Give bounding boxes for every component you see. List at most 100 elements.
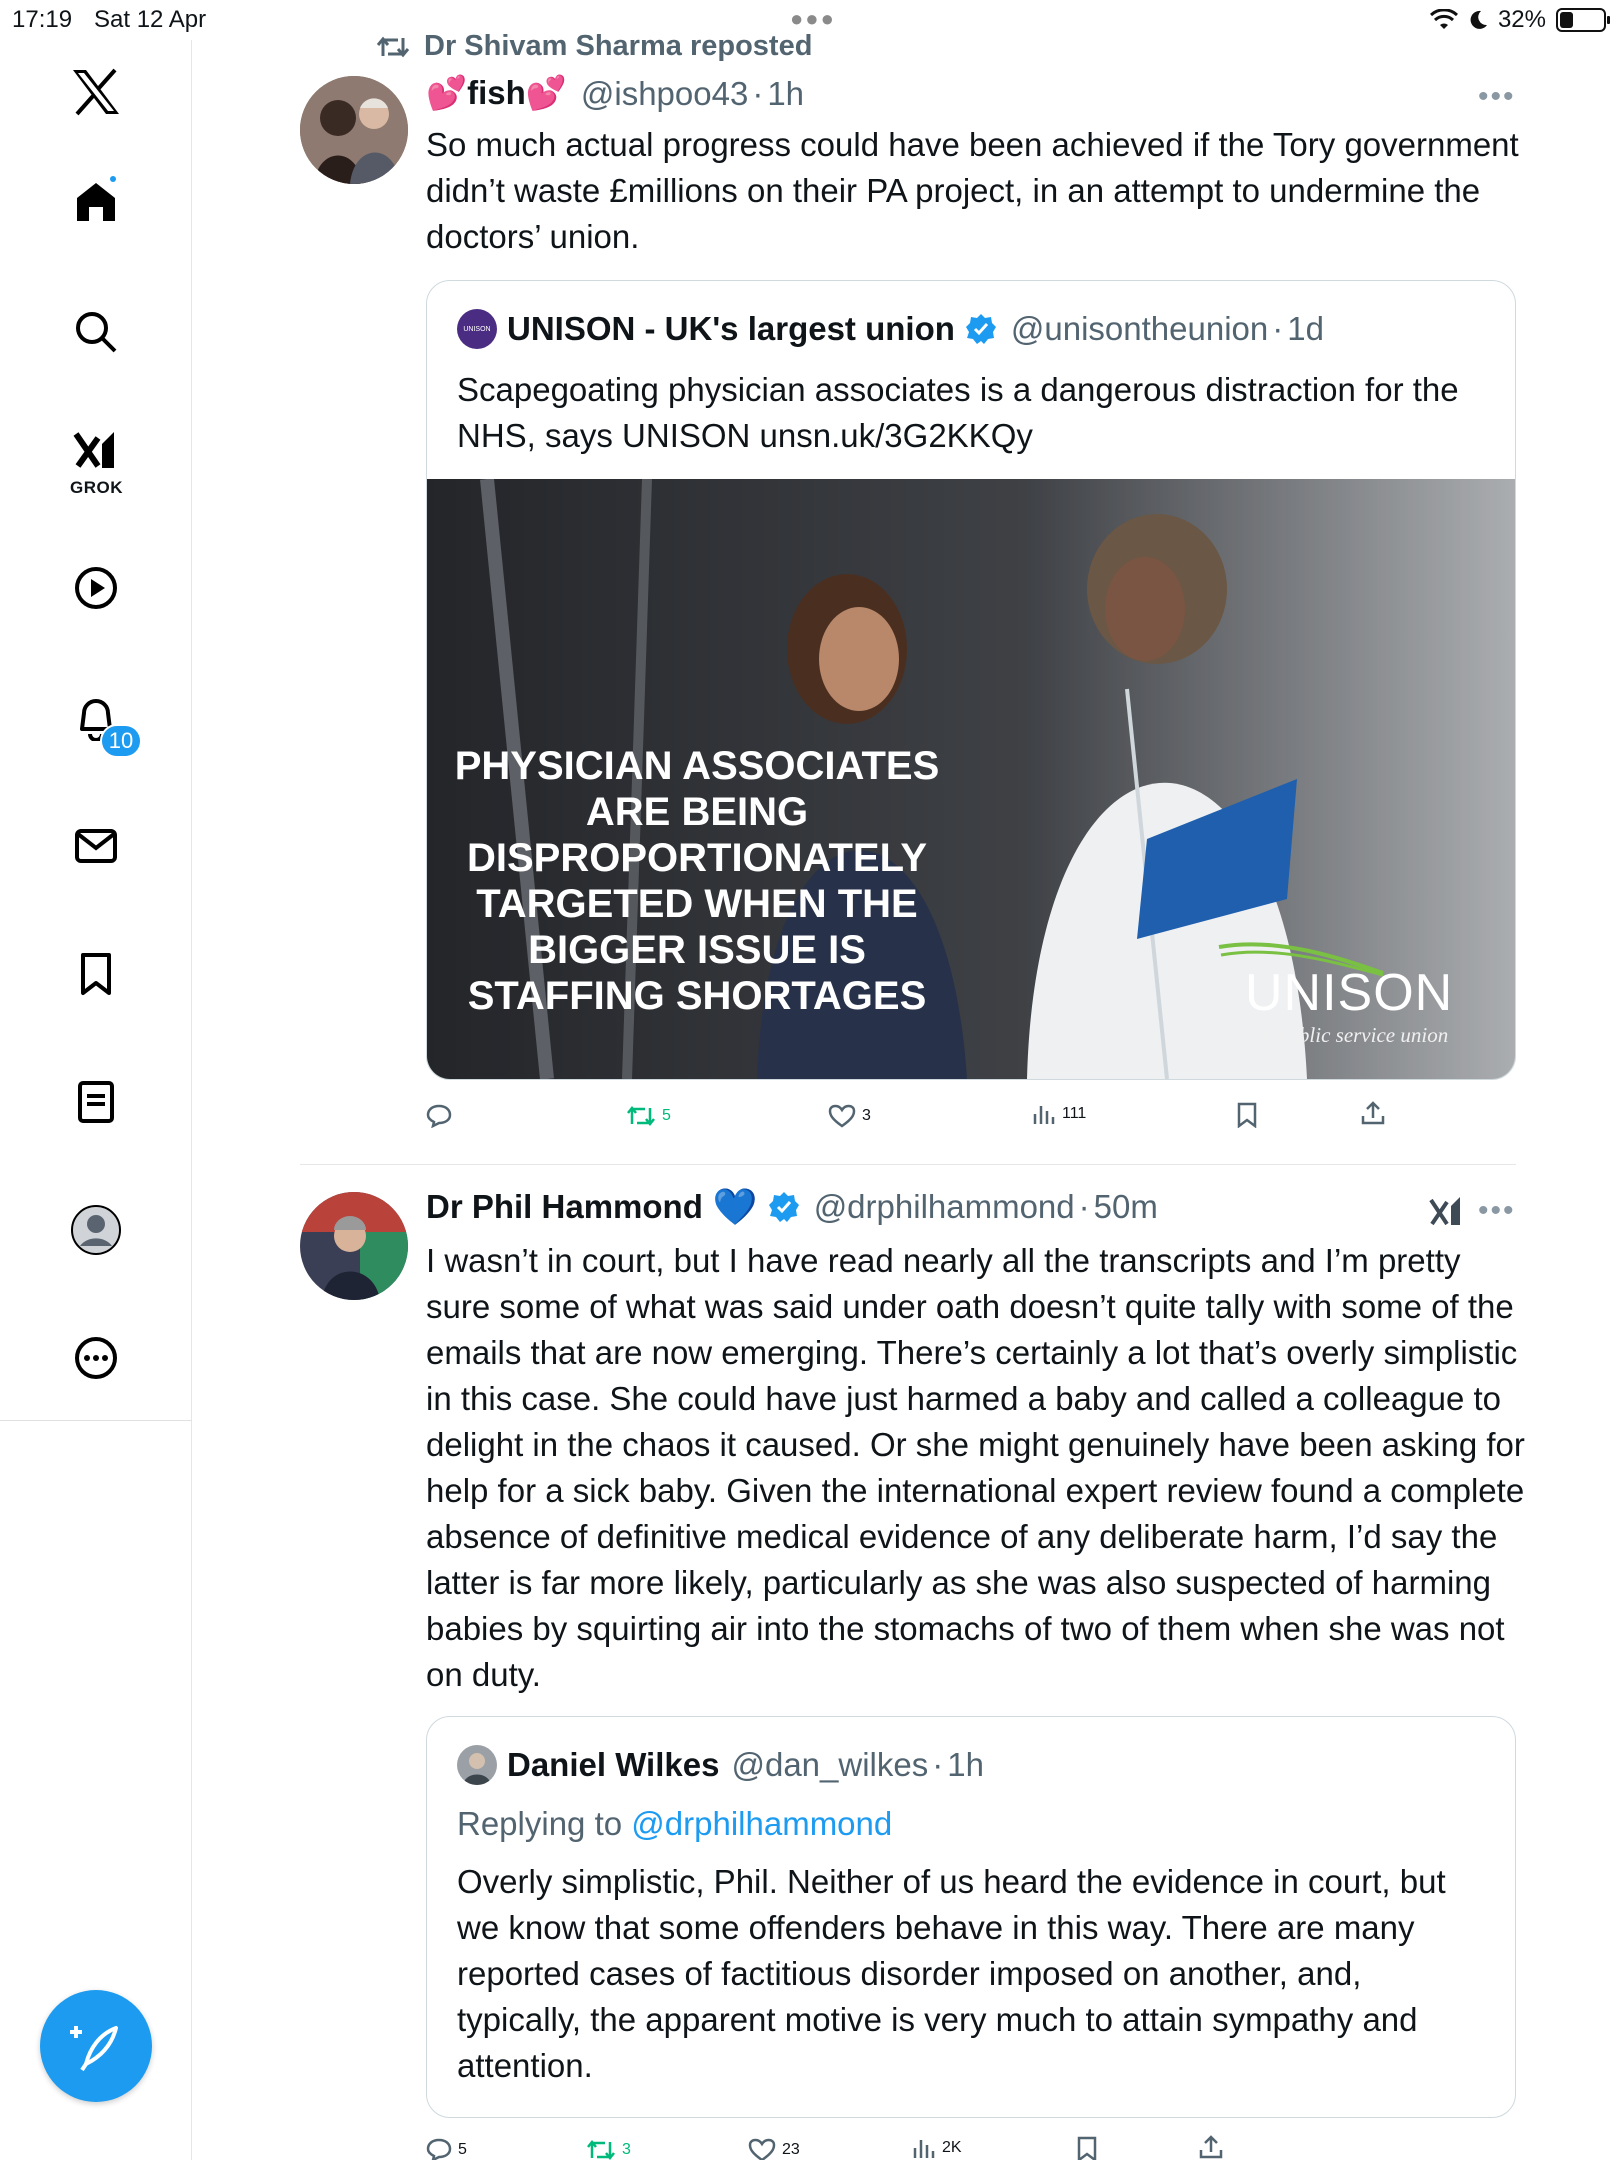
image-headline: PHYSICIAN ASSOCIATES ARE BEING DISPROPOR… bbox=[454, 744, 940, 1018]
avatar[interactable] bbox=[300, 1192, 408, 1300]
quote-author-name: Daniel Wilkes bbox=[507, 1746, 720, 1783]
sidebar: GROK 10 bbox=[0, 40, 192, 2160]
quote-time: 1d bbox=[1287, 310, 1324, 347]
notifications-badge: 10 bbox=[100, 724, 142, 758]
repost-icon bbox=[587, 2139, 615, 2160]
author-handle[interactable]: @drphilhammond bbox=[814, 1188, 1075, 1226]
video-icon[interactable] bbox=[66, 558, 126, 618]
image-tagline: the public service union bbox=[1247, 1023, 1449, 1047]
replying-prefix: Replying to bbox=[457, 1805, 623, 1842]
search-icon[interactable] bbox=[66, 302, 126, 362]
separator-dot: · bbox=[1078, 1188, 1090, 1225]
bookmark-icon bbox=[1237, 1102, 1257, 1128]
repost-button[interactable]: 3 bbox=[586, 2138, 631, 2160]
quote-image[interactable]: PHYSICIAN ASSOCIATES ARE BEING DISPROPOR… bbox=[427, 479, 1515, 1079]
quote-author-name: UNISON - UK's largest union bbox=[507, 310, 955, 347]
like-count: 3 bbox=[862, 1107, 871, 1124]
share-button[interactable] bbox=[1198, 2134, 1224, 2160]
moon-icon bbox=[1470, 10, 1487, 29]
quote-avatar: UNISON bbox=[457, 309, 497, 349]
compose-button[interactable] bbox=[40, 1990, 152, 2102]
tweet-divider bbox=[300, 1164, 1516, 1165]
replying-to: Replying to @drphilhammond bbox=[457, 1801, 892, 1847]
heart-icon bbox=[828, 1104, 856, 1128]
tweet-text: I wasn’t in court, but I have read nearl… bbox=[426, 1242, 1525, 1693]
blue-heart-emoji: 💙 bbox=[712, 1186, 758, 1227]
battery-icon bbox=[1556, 8, 1610, 32]
author-handle[interactable]: @ishpoo43 bbox=[581, 75, 748, 113]
share-button[interactable] bbox=[1360, 1100, 1386, 1126]
quote-text: Overly simplistic, Phil. Neither of us h… bbox=[457, 1863, 1446, 2084]
repost-icon bbox=[376, 36, 410, 57]
repost-count: 5 bbox=[662, 1107, 671, 1124]
author-name[interactable]: 💕fish💕 bbox=[426, 74, 567, 113]
views-button[interactable]: 2K bbox=[912, 2136, 962, 2160]
separator-dot: · bbox=[752, 74, 764, 112]
quoted-tweet[interactable]: UNISON UNISON - UK's largest union @unis… bbox=[426, 280, 1516, 1080]
more-options-icon[interactable]: ••• bbox=[1478, 80, 1516, 114]
avatar[interactable] bbox=[300, 76, 408, 184]
bookmark-button[interactable] bbox=[1076, 2136, 1098, 2160]
verified-badge-icon bbox=[965, 314, 996, 344]
heart-icon bbox=[748, 2138, 776, 2160]
verified-badge-icon bbox=[768, 1192, 799, 1222]
quoted-tweet[interactable]: Daniel Wilkes @dan_wilkes · 1h Replying … bbox=[426, 1716, 1516, 2118]
replying-to-handle[interactable]: @drphilhammond bbox=[631, 1805, 892, 1842]
like-button[interactable]: 23 bbox=[748, 2138, 800, 2160]
battery-percent: 32% bbox=[1497, 6, 1546, 33]
home-icon[interactable] bbox=[66, 172, 126, 232]
reply-button[interactable] bbox=[426, 1104, 452, 1128]
grok-explain-icon[interactable] bbox=[1428, 1194, 1464, 1233]
quote-text: Scapegoating physician associates is a d… bbox=[457, 371, 1459, 454]
like-count: 23 bbox=[782, 2141, 800, 2158]
repost-count: 3 bbox=[622, 2141, 631, 2158]
messages-icon[interactable] bbox=[66, 816, 126, 876]
reply-icon bbox=[426, 1104, 452, 1128]
sidebar-separator bbox=[0, 1420, 192, 1421]
share-icon bbox=[1199, 2135, 1223, 2159]
status-date: Sat 12 Apr bbox=[94, 6, 207, 33]
quote-header: Daniel Wilkes @dan_wilkes · 1h bbox=[457, 1745, 984, 1785]
quote-author-handle: @unisontheunion bbox=[1010, 310, 1269, 347]
more-options-icon[interactable]: ••• bbox=[1478, 1194, 1516, 1228]
quote-header: UNISON UNISON - UK's largest union @unis… bbox=[457, 309, 1324, 349]
views-button[interactable]: 111 bbox=[1032, 1102, 1086, 1126]
repost-icon bbox=[627, 1105, 655, 1127]
share-icon bbox=[1361, 1101, 1385, 1125]
repost-button[interactable]: 5 bbox=[626, 1104, 671, 1128]
reply-button[interactable]: 5 bbox=[426, 2138, 467, 2160]
quote-avatar bbox=[457, 1745, 497, 1785]
compose-icon bbox=[70, 2026, 118, 2072]
views-icon bbox=[1033, 1106, 1055, 1124]
tweet-header: Dr Phil Hammond 💙 @drphilhammond · 50m bbox=[426, 1188, 1158, 1226]
tweet-header: 💕fish💕 @ishpoo43 · 1h bbox=[426, 74, 804, 113]
bookmark-icon bbox=[1077, 2136, 1097, 2160]
separator-dot: · bbox=[932, 1746, 944, 1783]
profile-icon[interactable] bbox=[66, 1200, 126, 1260]
battery-fill bbox=[1560, 12, 1573, 28]
wifi-icon bbox=[1429, 9, 1458, 29]
reply-icon bbox=[426, 2138, 452, 2160]
view-count: 2K bbox=[942, 2139, 962, 2156]
view-count: 111 bbox=[1062, 1105, 1087, 1122]
quote-author-handle: @dan_wilkes bbox=[731, 1746, 929, 1783]
lists-icon[interactable] bbox=[66, 1072, 126, 1132]
quote-time: 1h bbox=[947, 1746, 984, 1783]
bookmark-button[interactable] bbox=[1236, 1102, 1258, 1128]
grok-icon[interactable] bbox=[66, 420, 126, 480]
status-time: 17:19 bbox=[12, 6, 73, 33]
like-button[interactable]: 3 bbox=[828, 1104, 871, 1128]
repost-indicator[interactable]: Dr Shivam Sharma reposted bbox=[376, 30, 812, 63]
author-name[interactable]: Dr Phil Hammond bbox=[426, 1188, 703, 1226]
bookmarks-icon[interactable] bbox=[66, 944, 126, 1004]
views-icon bbox=[913, 2140, 935, 2158]
x-logo-icon[interactable] bbox=[66, 62, 126, 122]
image-logo: UNISON bbox=[1245, 964, 1454, 1022]
quote-avatar-text: UNISON bbox=[463, 325, 491, 333]
grok-label: GROK bbox=[70, 478, 123, 497]
tweet-time[interactable]: 50m bbox=[1094, 1188, 1158, 1226]
multitasking-dots-icon[interactable]: ●●● bbox=[790, 6, 836, 32]
tweet-time[interactable]: 1h bbox=[767, 75, 804, 113]
more-icon[interactable] bbox=[66, 1328, 126, 1388]
tweet-text: So much actual progress could have been … bbox=[426, 126, 1519, 255]
